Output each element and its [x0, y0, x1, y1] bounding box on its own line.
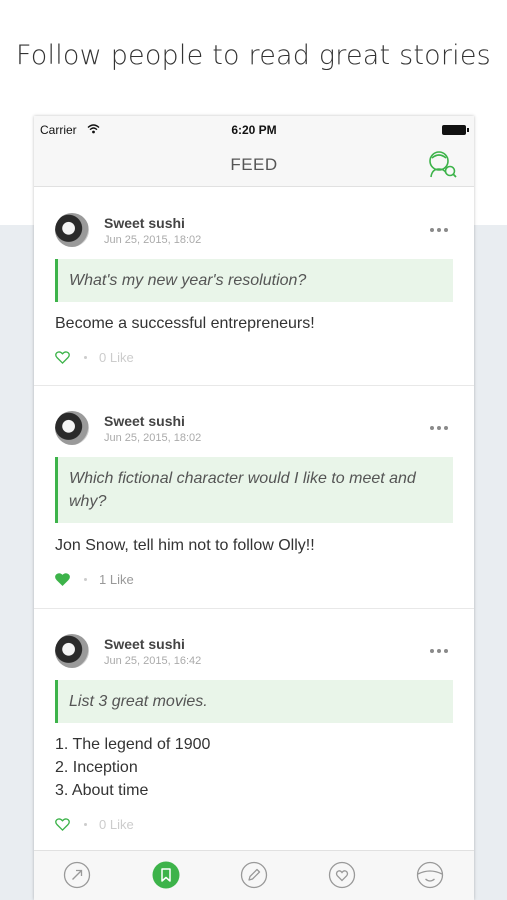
like-count: 1 Like: [99, 571, 134, 587]
page-title: FEED: [230, 155, 278, 174]
avatar[interactable]: [55, 634, 89, 668]
answer-text: Jon Snow, tell him not to follow Olly!!: [55, 537, 315, 554]
bookmark-icon[interactable]: [152, 861, 180, 889]
like-count: 0 Like: [99, 349, 134, 365]
battery-icon: [442, 125, 469, 135]
post-date: Jun 25, 2015, 18:02: [104, 234, 202, 246]
heart-outline-icon[interactable]: [55, 817, 70, 831]
explore-icon[interactable]: [63, 861, 91, 889]
more-options-icon[interactable]: [430, 649, 448, 653]
feed-post: Sweet sushi Jun 25, 2015, 16:42 List 3 g…: [34, 609, 474, 850]
answer-text: Become a successful entrepreneurs!: [55, 315, 315, 332]
avatar[interactable]: [55, 213, 89, 247]
find-friends-icon[interactable]: [426, 149, 458, 179]
like-count: 0 Like: [99, 816, 134, 832]
author-name[interactable]: Sweet sushi: [104, 636, 185, 652]
question-text: Which fictional character would I like t…: [55, 457, 453, 523]
post-date: Jun 25, 2015, 18:02: [104, 432, 202, 444]
like-row: 1 Like: [55, 571, 134, 587]
status-time: 6:20 PM: [231, 123, 277, 137]
post-date: Jun 25, 2015, 16:42: [104, 655, 202, 667]
status-bar: Carrier 6:20 PM: [34, 116, 474, 142]
heart-outline-icon[interactable]: [55, 350, 70, 364]
avatar[interactable]: [55, 411, 89, 445]
more-options-icon[interactable]: [430, 228, 448, 232]
author-name[interactable]: Sweet sushi: [104, 413, 185, 429]
phone-screen: Carrier 6:20 PM FEED Sweet sushi Jun 25,…: [34, 116, 474, 900]
nav-bar: FEED: [34, 142, 474, 187]
headline: Follow people to read great stories: [16, 40, 491, 71]
author-name[interactable]: Sweet sushi: [104, 215, 185, 231]
question-text: List 3 great movies.: [55, 680, 453, 723]
feed-post: Sweet sushi Jun 25, 2015, 18:02 What's m…: [34, 188, 474, 386]
profile-icon[interactable]: [416, 861, 444, 889]
tab-bar: [34, 850, 474, 900]
like-row: 0 Like: [55, 349, 134, 365]
heart-icon[interactable]: [328, 861, 356, 889]
more-options-icon[interactable]: [430, 426, 448, 430]
write-icon[interactable]: [240, 861, 268, 889]
like-row: 0 Like: [55, 816, 134, 832]
feed-list: Sweet sushi Jun 25, 2015, 18:02 What's m…: [34, 188, 474, 850]
question-text: What's my new year's resolution?: [55, 259, 453, 302]
answer-text: 1. The legend of 1900 2. Inception 3. Ab…: [55, 736, 211, 799]
heart-filled-icon[interactable]: [55, 572, 70, 586]
feed-post: Sweet sushi Jun 25, 2015, 18:02 Which fi…: [34, 386, 474, 609]
